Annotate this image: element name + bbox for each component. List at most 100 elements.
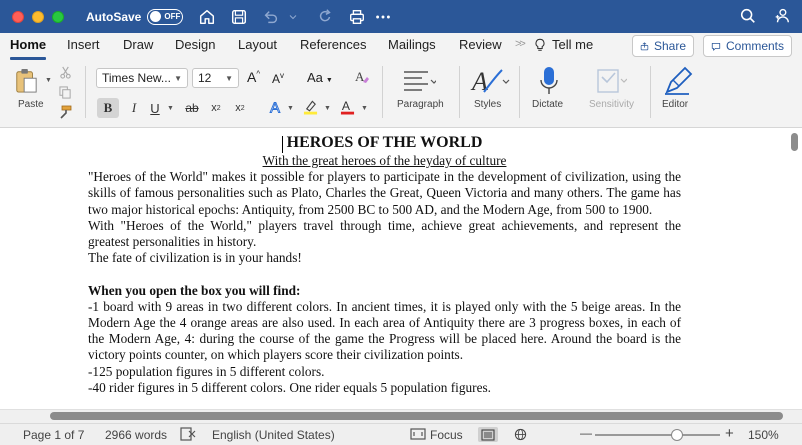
zoom-out-button[interactable]: — <box>580 426 592 440</box>
window-controls <box>12 10 64 23</box>
share-label: Share <box>653 39 686 53</box>
format-painter-icon[interactable] <box>59 105 73 122</box>
web-layout-view-button[interactable] <box>510 427 530 442</box>
svg-text:A: A <box>270 100 280 116</box>
document-paragraph: -125 population figures in 5 different c… <box>88 363 325 379</box>
tab-design[interactable]: Design <box>175 37 215 52</box>
strikethrough-button[interactable]: ab <box>181 98 203 118</box>
microphone-icon <box>540 67 558 94</box>
more-tabs-chevron-icon[interactable]: >> <box>515 38 526 50</box>
ribbon-separator <box>519 66 520 118</box>
focus-icon[interactable] <box>410 428 426 443</box>
tab-review[interactable]: Review <box>459 37 502 52</box>
text-effects-icon[interactable]: A <box>269 98 284 119</box>
cut-icon[interactable] <box>59 66 72 82</box>
highlight-dropdown-icon[interactable]: ▼ <box>324 105 331 112</box>
share-button[interactable]: Share <box>632 35 694 57</box>
styles-button[interactable]: A <box>470 66 510 99</box>
ribbon-tabs: Home Insert Draw Design Layout Reference… <box>0 33 802 60</box>
search-icon[interactable] <box>738 6 758 26</box>
font-name-combo[interactable]: Times New... ▼ <box>96 68 188 88</box>
editor-button[interactable] <box>663 66 693 99</box>
italic-button[interactable]: I <box>127 98 141 118</box>
focus-label[interactable]: Focus <box>430 428 463 442</box>
horizontal-scrollbar[interactable] <box>50 412 783 420</box>
tab-references[interactable]: References <box>300 37 366 52</box>
underline-dropdown-icon[interactable]: ▼ <box>167 105 174 112</box>
zoom-level[interactable]: 150% <box>748 428 779 442</box>
word-count[interactable]: 2966 words <box>105 428 167 442</box>
tab-insert[interactable]: Insert <box>67 37 100 52</box>
clear-formatting-icon[interactable]: A <box>354 69 370 88</box>
zoom-in-button[interactable]: + <box>725 425 734 442</box>
page-count[interactable]: Page 1 of 7 <box>23 428 84 442</box>
proofing-icon[interactable] <box>180 427 196 444</box>
zoom-slider-track[interactable] <box>595 434 720 436</box>
font-color-icon[interactable]: A <box>340 98 355 119</box>
highlight-color-icon[interactable] <box>303 98 318 119</box>
ribbon-home: ▼ Paste Times New... ▼ 12 ▼ A^ Av Aa ▼ A B … <box>0 60 802 128</box>
paste-dropdown-icon[interactable]: ▼ <box>45 77 52 84</box>
home-icon[interactable] <box>197 7 217 27</box>
autosave-label: AutoSave <box>86 9 142 24</box>
title-bar: AutoSave OFF <box>0 0 802 33</box>
document-paragraph: -1 board with 9 areas in two different c… <box>88 298 681 363</box>
subscript-button[interactable]: x2 <box>208 98 224 118</box>
change-case-label: Aa <box>307 70 323 85</box>
autosave-toggle[interactable]: OFF <box>147 8 184 25</box>
chevron-down-icon: ▼ <box>225 73 233 83</box>
tell-me-search[interactable]: Tell me <box>533 37 593 52</box>
document-paragraph: With "Heroes of the World," players trav… <box>88 217 681 250</box>
more-commands-icon[interactable] <box>373 7 393 27</box>
status-bar: Page 1 of 7 2966 words English (United S… <box>0 423 802 445</box>
tab-mailings[interactable]: Mailings <box>388 37 436 52</box>
document-subtitle: With the great heroes of the heyday of c… <box>262 153 507 168</box>
document-paragraph: -40 rider figures in 5 different colors.… <box>88 379 491 395</box>
zoom-slider-thumb[interactable] <box>671 429 683 441</box>
text-cursor <box>282 136 283 153</box>
document-canvas[interactable]: HEROES OF THE WORLD With the great heroe… <box>0 129 802 409</box>
save-icon[interactable] <box>229 7 249 27</box>
paragraph-button[interactable] <box>402 69 438 94</box>
superscript-button[interactable]: x2 <box>232 98 248 118</box>
undo-icon[interactable] <box>261 7 281 27</box>
font-color-dropdown-icon[interactable]: ▼ <box>361 105 368 112</box>
svg-text:A: A <box>342 99 351 113</box>
close-window-button[interactable] <box>12 10 24 23</box>
ribbon-separator <box>459 66 460 118</box>
ribbon-separator <box>382 66 383 118</box>
dictate-button[interactable] <box>539 66 559 99</box>
bold-button[interactable]: B <box>97 98 119 118</box>
shrink-font-icon[interactable]: Av <box>272 71 284 86</box>
zoom-window-button[interactable] <box>52 10 64 23</box>
globe-icon <box>514 428 526 441</box>
print-layout-view-button[interactable] <box>478 427 498 442</box>
minimize-window-button[interactable] <box>32 10 44 23</box>
grow-font-icon[interactable]: A^ <box>247 69 260 85</box>
tab-draw[interactable]: Draw <box>123 37 153 52</box>
comment-icon <box>711 42 721 51</box>
ribbon-separator <box>650 66 651 118</box>
tab-home[interactable]: Home <box>10 37 46 52</box>
undo-dropdown-icon[interactable] <box>283 7 303 27</box>
account-icon[interactable] <box>772 6 792 26</box>
paste-button[interactable] <box>14 67 38 98</box>
share-icon <box>640 41 649 50</box>
styles-label: Styles <box>474 99 502 110</box>
sensitivity-label: Sensitivity <box>589 99 635 110</box>
copy-icon[interactable] <box>59 86 72 102</box>
comments-button[interactable]: Comments <box>703 35 792 57</box>
sensitivity-button[interactable] <box>597 67 628 98</box>
change-case-button[interactable]: Aa ▼ <box>307 70 333 85</box>
document-page[interactable]: HEROES OF THE WORLD With the great heroe… <box>88 133 681 396</box>
redo-icon[interactable] <box>315 7 335 27</box>
font-size-combo[interactable]: 12 ▼ <box>192 68 239 88</box>
print-icon[interactable] <box>347 7 367 27</box>
document-paragraph: "Heroes of the World" makes it possible … <box>88 169 681 217</box>
vertical-scrollbar[interactable] <box>791 133 798 151</box>
underline-button[interactable]: U <box>148 98 162 118</box>
text-effects-dropdown-icon[interactable]: ▼ <box>287 105 294 112</box>
language[interactable]: English (United States) <box>212 428 335 442</box>
paragraph-label: Paragraph <box>397 99 444 110</box>
tab-layout[interactable]: Layout <box>238 37 277 52</box>
